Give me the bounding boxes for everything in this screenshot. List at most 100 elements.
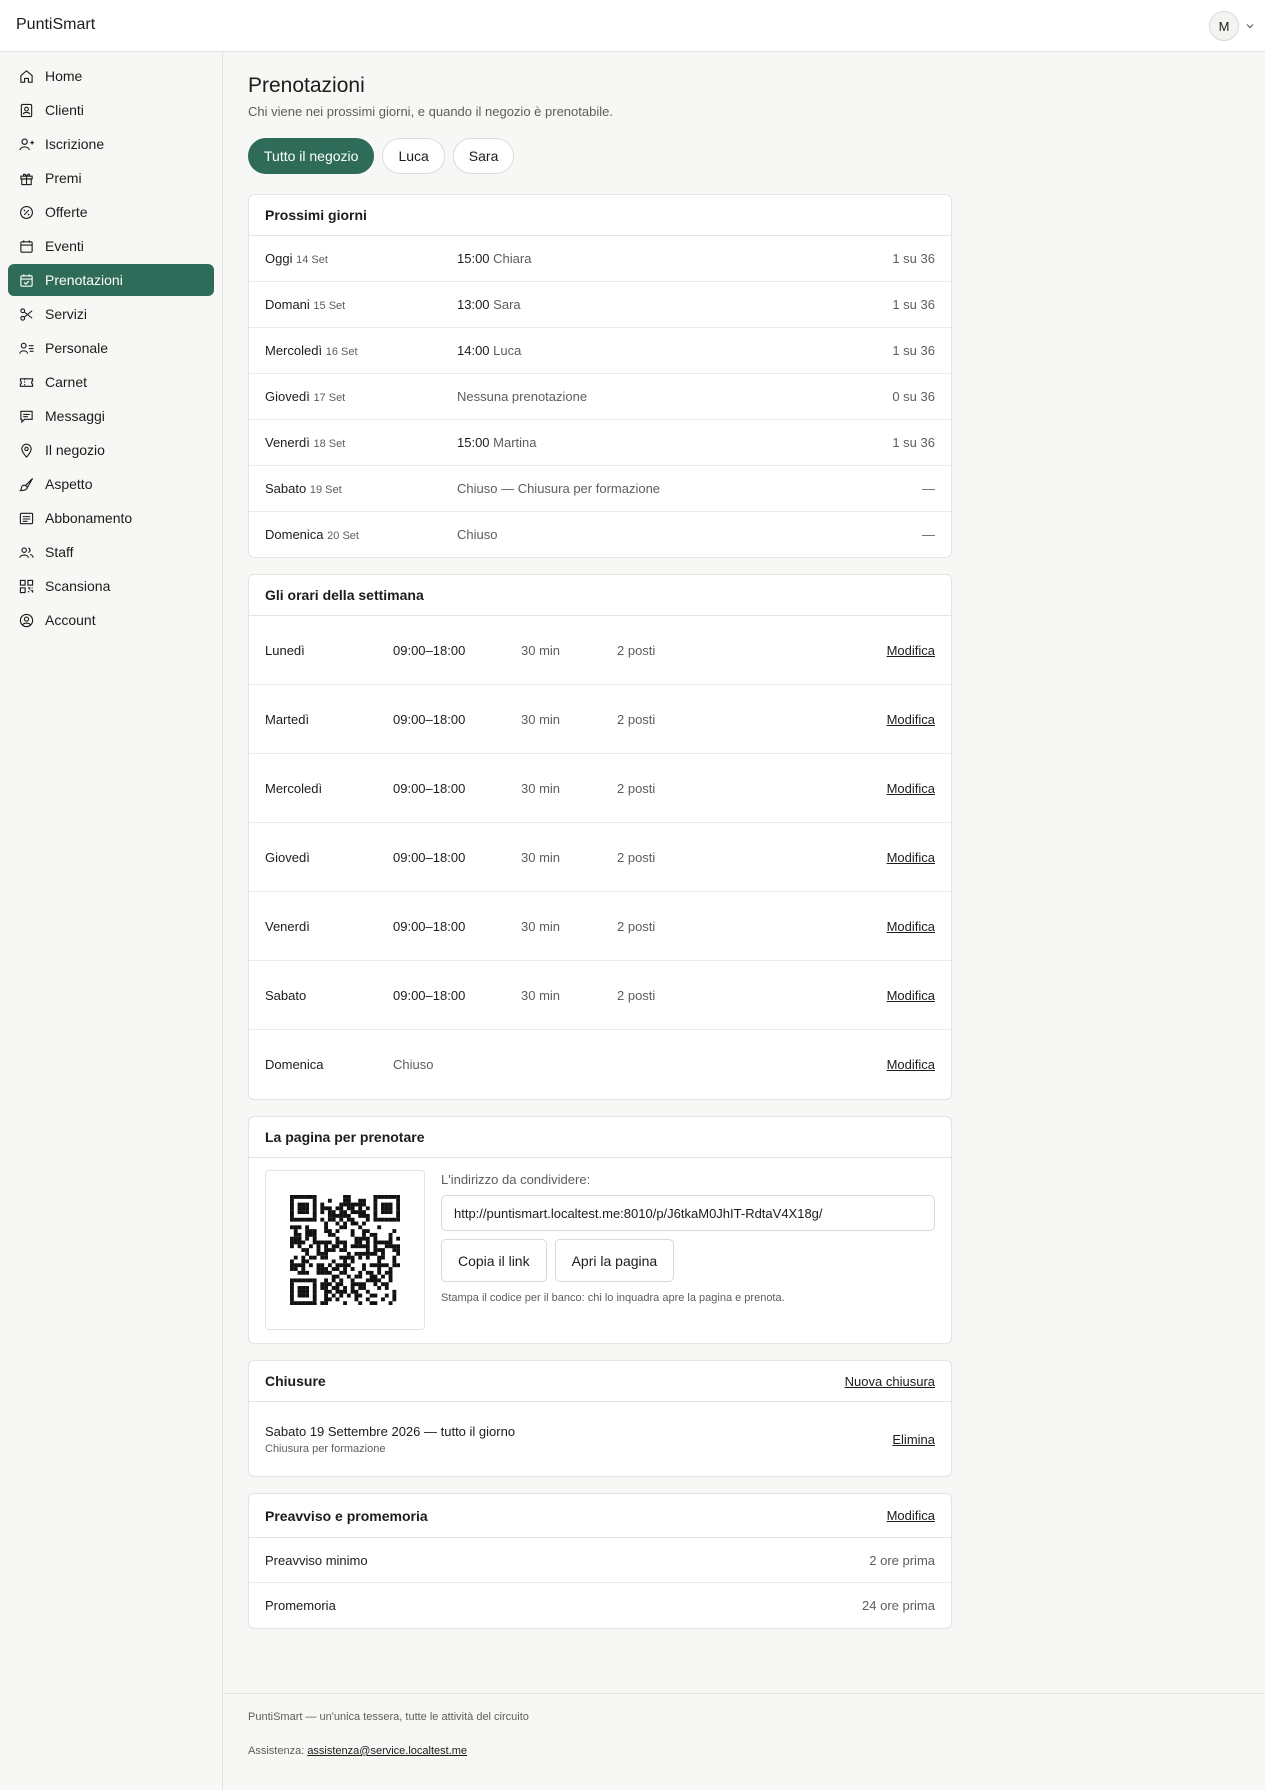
qr-module [381,1206,385,1211]
sidebar-item-home[interactable]: Home [8,60,214,92]
user-menu[interactable]: M [1209,11,1255,41]
day-date: 19 Set [309,484,342,496]
qr-module [343,1198,347,1203]
booking-url-field[interactable] [441,1195,935,1231]
qr-module [327,1297,332,1302]
sidebar-item-scansiona[interactable]: Scansiona [8,570,214,602]
tab-luca[interactable]: Luca [382,138,445,174]
qr-module [392,1259,397,1264]
qr-module [343,1248,347,1252]
qr-module [350,1267,355,1271]
sidebar-item-staff[interactable]: Staff [8,536,214,568]
weekday-name: Martedì [265,711,310,727]
sidebar-item-il-negozio[interactable]: Il negozio [8,434,214,466]
qr-module [297,1210,302,1215]
qr-module [392,1229,397,1234]
qr-module [350,1221,355,1226]
sidebar-item-prenotazioni[interactable]: Prenotazioni [8,264,214,296]
qr-module [396,1206,400,1211]
qr-module [293,1236,298,1241]
new-closure-link[interactable]: Nuova chiusura [845,1374,935,1389]
qr-module [373,1251,378,1256]
qr-module [301,1206,306,1211]
sidebar-item-aspetto[interactable]: Aspetto [8,468,214,500]
qr-module [346,1195,351,1199]
qr-module [301,1210,306,1215]
edit-hours-link[interactable]: Modifica [887,988,935,1003]
booking-page-title: La pagina per prenotare [265,1129,425,1145]
qr-module [324,1282,329,1287]
qr-module [384,1217,389,1222]
qr-module [312,1195,317,1199]
qr-module [290,1225,294,1230]
qr-module [312,1282,317,1287]
edit-hours-link[interactable]: Modifica [887,781,935,796]
tab-tutto-il-negozio[interactable]: Tutto il negozio [248,138,375,174]
edit-hours-link[interactable]: Modifica [887,712,935,727]
qr-module [343,1244,347,1249]
qr-module [312,1293,317,1298]
qr-module [358,1210,363,1215]
weekly-hours-card: Gli orari della settimana Lunedì 09:00–1… [248,574,952,1100]
closures-title: Chiusure [265,1373,326,1389]
qr-module [339,1293,344,1298]
qr-module [365,1206,370,1211]
setting-row: Promemoria 24 ore prima [249,1583,951,1628]
qr-module [396,1263,400,1268]
qr-module [346,1255,351,1260]
qr-module [290,1236,294,1241]
sidebar-item-offerte[interactable]: Offerte [8,196,214,228]
sidebar-item-messaggi[interactable]: Messaggi [8,400,214,432]
qr-module [290,1210,294,1215]
qr-module [373,1217,378,1222]
sidebar-item-iscrizione[interactable]: Iscrizione [8,128,214,160]
qr-module [377,1217,382,1222]
qr-module [308,1255,313,1260]
qr-module [358,1255,363,1260]
qr-module [388,1202,393,1207]
day-name: Domenica [265,527,324,542]
qr-module [381,1282,385,1287]
qr-module [350,1255,355,1260]
qr-module [308,1217,313,1222]
qr-module [350,1217,355,1222]
delete-closure-link[interactable]: Elimina [892,1432,935,1447]
sidebar-item-clienti[interactable]: Clienti [8,94,214,126]
sidebar-item-eventi[interactable]: Eventi [8,230,214,262]
copy-link-button[interactable]: Copia il link [441,1239,547,1282]
qr-module [324,1293,329,1298]
qr-module [305,1289,310,1294]
sidebar-item-carnet[interactable]: Carnet [8,366,214,398]
sidebar-item-personale[interactable]: Personale [8,332,214,364]
qr-module [365,1248,370,1252]
sidebar-item-premi[interactable]: Premi [8,162,214,194]
weekday-hours: 09:00–18:00 [393,711,466,727]
slot-length: 30 min [521,780,561,796]
edit-hours-link[interactable]: Modifica [887,919,935,934]
weekday-name: Mercoledì [265,780,323,796]
qr-module [339,1248,344,1252]
qr-module [297,1206,302,1211]
edit-hours-link[interactable]: Modifica [887,850,935,865]
qr-module [381,1210,385,1215]
brand-logo[interactable]: PuntiSmart [16,16,95,34]
qr-module [343,1213,347,1218]
edit-hours-link[interactable]: Modifica [887,643,935,658]
support-email-link[interactable]: assistenza@service.localtest.me [307,1745,467,1757]
sidebar-item-account[interactable]: Account [8,604,214,636]
sidebar-item-servizi[interactable]: Servizi [8,298,214,330]
qr-module [362,1244,366,1249]
weekday-row: Martedì 09:00–18:00 30 min 2 posti Modif… [249,685,951,754]
tab-sara[interactable]: Sara [452,138,515,174]
sidebar-item-abbonamento[interactable]: Abbonamento [8,502,214,534]
qr-module [377,1255,382,1260]
avatar[interactable]: M [1209,11,1239,41]
weekday-row: Mercoledì 09:00–18:00 30 min 2 posti Mod… [249,754,951,823]
qr-module [312,1210,317,1215]
qr-module [290,1263,294,1268]
qr-module [373,1263,378,1268]
open-page-button[interactable]: Apri la pagina [554,1239,675,1282]
edit-hours-link[interactable]: Modifica [887,1057,935,1072]
edit-notice-link[interactable]: Modifica [887,1508,935,1523]
slot-length: 30 min [521,918,561,934]
